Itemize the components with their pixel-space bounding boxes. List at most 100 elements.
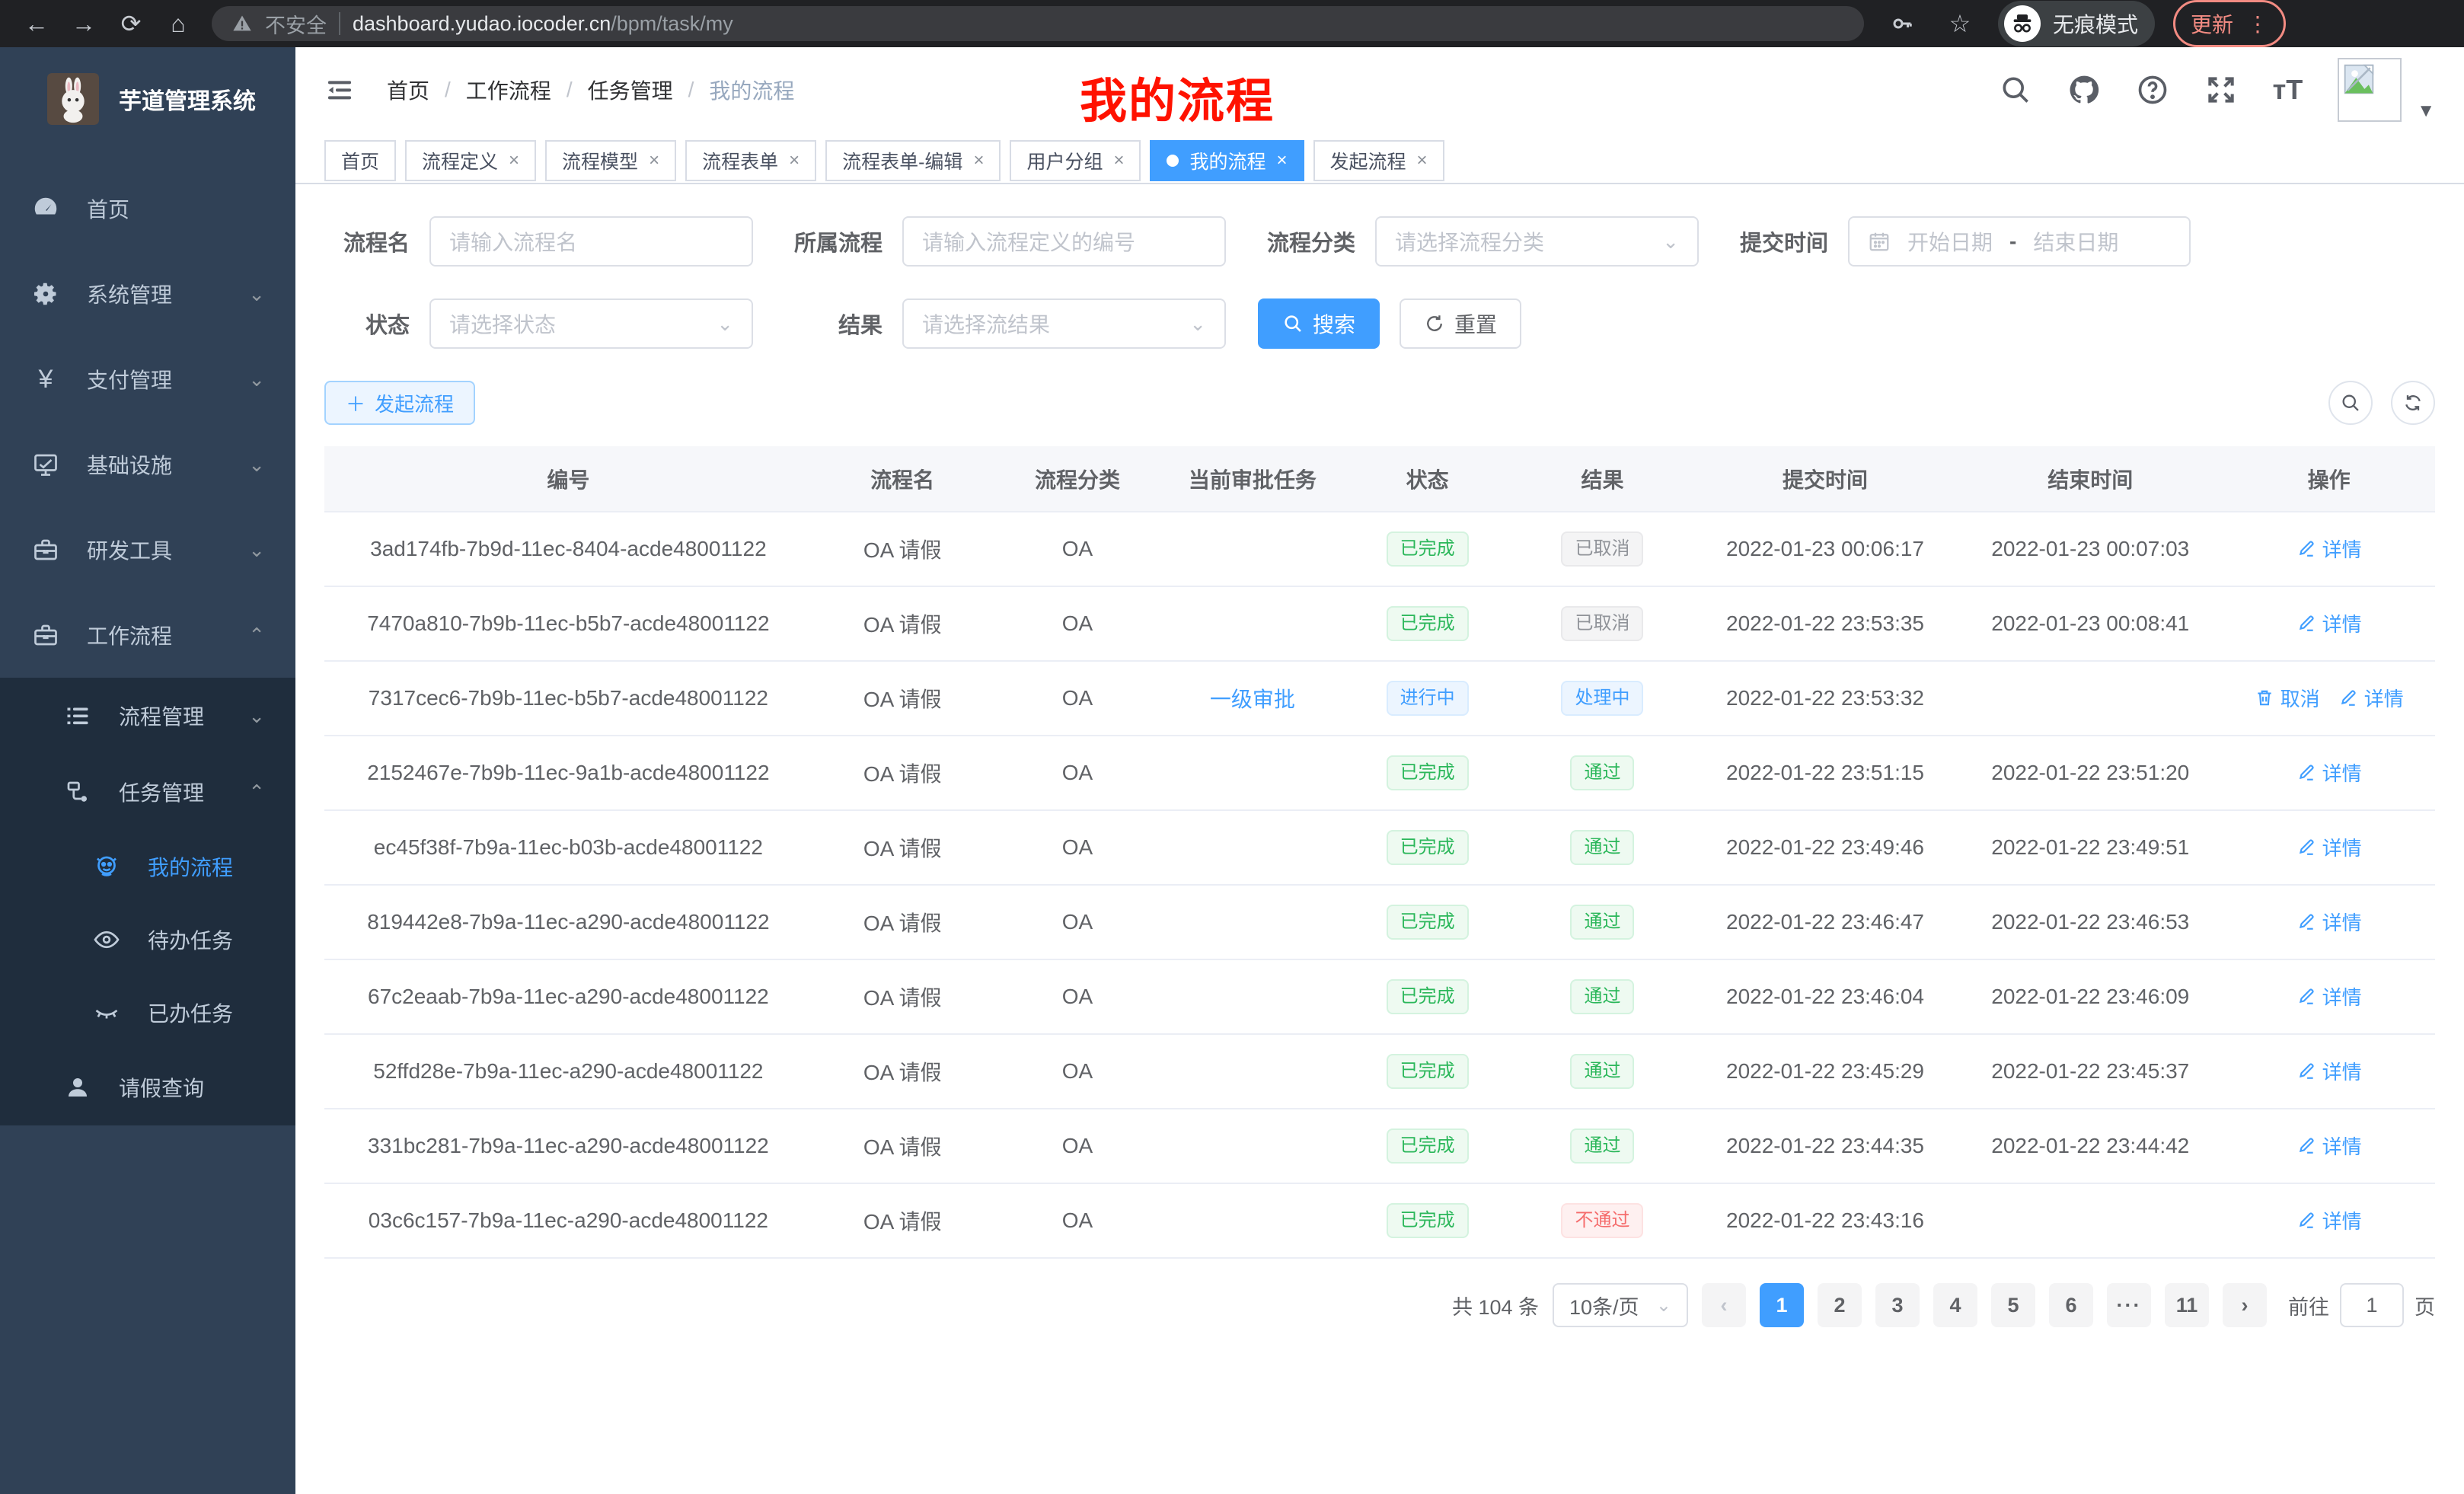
calendar-icon bbox=[1868, 230, 1891, 253]
goto-page-input[interactable]: 1 bbox=[2340, 1283, 2404, 1327]
browser-update-button[interactable]: 更新 ⋮ bbox=[2173, 0, 2286, 47]
help-icon[interactable] bbox=[2136, 73, 2169, 107]
sidebar-item-devtools[interactable]: 研发工具 ⌄ bbox=[0, 507, 295, 592]
close-icon[interactable]: × bbox=[509, 150, 519, 171]
page-button-3[interactable]: 3 bbox=[1875, 1283, 1920, 1327]
cancel-action[interactable]: 取消 bbox=[2255, 684, 2320, 712]
create-process-button[interactable]: ＋ 发起流程 bbox=[324, 381, 475, 425]
sidebar-item-infra[interactable]: 基础设施 ⌄ bbox=[0, 422, 295, 507]
search-icon[interactable] bbox=[1999, 73, 2032, 107]
tab-流程表单-编辑[interactable]: 流程表单-编辑× bbox=[825, 140, 1001, 181]
page-button-4[interactable]: 4 bbox=[1933, 1283, 1977, 1327]
sidebar-item-system[interactable]: 系统管理 ⌄ bbox=[0, 251, 295, 337]
current-task-cell bbox=[1162, 512, 1342, 586]
sidebar-item-todo-tasks[interactable]: 待办任务 bbox=[0, 903, 295, 976]
page-button-6[interactable]: 6 bbox=[2049, 1283, 2093, 1327]
detail-action[interactable]: 详情 bbox=[2296, 1206, 2362, 1234]
detail-action[interactable]: 详情 bbox=[2296, 1057, 2362, 1085]
detail-action[interactable]: 详情 bbox=[2296, 833, 2362, 861]
breadcrumb-home[interactable]: 首页 bbox=[387, 75, 429, 105]
start-date-placeholder: 开始日期 bbox=[1907, 226, 1993, 257]
sidebar-item-process-management[interactable]: 流程管理 ⌄ bbox=[0, 678, 295, 754]
filter-status: 状态 请选择状态 ⌄ bbox=[324, 298, 753, 349]
reset-button[interactable]: 重置 bbox=[1400, 298, 1521, 349]
sidebar-collapse-icon[interactable] bbox=[324, 75, 355, 105]
filter-category: 流程分类 请选择流程分类 ⌄ bbox=[1258, 216, 1699, 267]
detail-action[interactable]: 详情 bbox=[2296, 1132, 2362, 1160]
fullscreen-icon[interactable] bbox=[2204, 73, 2238, 107]
sidebar-item-payment[interactable]: ¥ 支付管理 ⌄ bbox=[0, 337, 295, 422]
close-icon[interactable]: × bbox=[1417, 150, 1428, 171]
address-bar[interactable]: 不安全 dashboard.yudao.iocoder.cn/bpm/task/… bbox=[212, 6, 1864, 41]
close-icon[interactable]: × bbox=[649, 150, 659, 171]
category-select[interactable]: 请选择流程分类 ⌄ bbox=[1375, 216, 1699, 267]
parent-process-input[interactable]: 请输入流程定义的编号 bbox=[902, 216, 1226, 267]
tab-流程定义[interactable]: 流程定义× bbox=[405, 140, 536, 181]
close-icon[interactable]: × bbox=[1113, 150, 1124, 171]
avatar[interactable] bbox=[2338, 58, 2402, 122]
browser-reload-icon[interactable]: ⟳ bbox=[111, 6, 151, 41]
next-page-button[interactable]: › bbox=[2223, 1283, 2267, 1327]
show-search-toggle-button[interactable] bbox=[2328, 381, 2373, 425]
browser-back-icon[interactable]: ← bbox=[17, 6, 56, 41]
close-icon[interactable]: × bbox=[789, 150, 800, 171]
tab-发起流程[interactable]: 发起流程× bbox=[1313, 140, 1444, 181]
detail-action[interactable]: 详情 bbox=[2296, 758, 2362, 787]
font-size-icon[interactable]: ᴛT bbox=[2273, 74, 2303, 106]
sidebar-item-workflow[interactable]: 工作流程 ⌃ bbox=[0, 592, 295, 678]
page-button-1[interactable]: 1 bbox=[1760, 1283, 1804, 1327]
refresh-table-button[interactable] bbox=[2391, 381, 2435, 425]
detail-action[interactable]: 详情 bbox=[2296, 982, 2362, 1010]
password-key-icon[interactable] bbox=[1882, 6, 1922, 41]
breadcrumb-workflow[interactable]: 工作流程 bbox=[466, 75, 551, 105]
tab-用户分组[interactable]: 用户分组× bbox=[1010, 140, 1141, 181]
action-label: 详情 bbox=[2322, 1206, 2362, 1234]
process-name: OA 请假 bbox=[812, 1109, 993, 1183]
sidebar-item-done-tasks[interactable]: 已办任务 bbox=[0, 976, 295, 1049]
page-button-2[interactable]: 2 bbox=[1818, 1283, 1862, 1327]
detail-action[interactable]: 详情 bbox=[2296, 908, 2362, 936]
tab-流程表单[interactable]: 流程表单× bbox=[685, 140, 816, 181]
status-select[interactable]: 请选择状态 ⌄ bbox=[429, 298, 753, 349]
browser-forward-icon[interactable]: → bbox=[64, 6, 104, 41]
github-icon[interactable] bbox=[2067, 73, 2101, 107]
breadcrumb-task-management[interactable]: 任务管理 bbox=[588, 75, 673, 105]
actions-cell: 详情 bbox=[2223, 1109, 2435, 1183]
url-text[interactable]: dashboard.yudao.iocoder.cn/bpm/task/my bbox=[353, 12, 733, 36]
reset-button-label: 重置 bbox=[1454, 308, 1497, 339]
detail-action[interactable]: 详情 bbox=[2296, 535, 2362, 563]
process-name: OA 请假 bbox=[812, 736, 993, 810]
search-button[interactable]: 搜索 bbox=[1258, 298, 1380, 349]
action-label: 详情 bbox=[2322, 982, 2362, 1010]
sidebar-item-my-process[interactable]: 我的流程 bbox=[0, 830, 295, 903]
page-button-11[interactable]: 11 bbox=[2165, 1283, 2209, 1327]
security-label[interactable]: 不安全 bbox=[265, 9, 327, 39]
sidebar-item-label: 系统管理 bbox=[87, 279, 172, 309]
date-range-picker[interactable]: 开始日期 - 结束日期 bbox=[1848, 216, 2191, 267]
prev-page-button[interactable]: ‹ bbox=[1702, 1283, 1746, 1327]
close-icon[interactable]: × bbox=[973, 150, 984, 171]
avatar-dropdown-caret-icon[interactable]: ▼ bbox=[2417, 101, 2435, 122]
tab-我的流程[interactable]: 我的流程× bbox=[1150, 140, 1304, 181]
page-size-select[interactable]: 10条/页 ⌄ bbox=[1553, 1283, 1688, 1327]
tab-首页[interactable]: 首页 bbox=[324, 140, 396, 181]
tab-流程模型[interactable]: 流程模型× bbox=[545, 140, 676, 181]
detail-action[interactable]: 详情 bbox=[2338, 684, 2404, 712]
robot-icon bbox=[91, 853, 122, 880]
browser-home-icon[interactable]: ⌂ bbox=[158, 6, 198, 41]
browser-menu-dots-icon[interactable]: ⋮ bbox=[2247, 11, 2268, 37]
sidebar-item-leave-query[interactable]: 请假查询 bbox=[0, 1049, 295, 1125]
result-select[interactable]: 请选择流结果 ⌄ bbox=[902, 298, 1226, 349]
bookmark-star-icon[interactable]: ☆ bbox=[1940, 6, 1980, 41]
more-pages-button[interactable]: ··· bbox=[2107, 1283, 2151, 1327]
sidebar-item-home[interactable]: 首页 bbox=[0, 166, 295, 251]
close-icon[interactable]: × bbox=[1277, 150, 1288, 171]
detail-action[interactable]: 详情 bbox=[2296, 609, 2362, 637]
process-name-input[interactable]: 请输入流程名 bbox=[429, 216, 753, 267]
status-badge: 已完成 bbox=[1387, 1203, 1469, 1238]
current-task-link[interactable]: 一级审批 bbox=[1210, 688, 1295, 711]
sidebar-item-task-management[interactable]: 任务管理 ⌃ bbox=[0, 754, 295, 830]
result-cell: 不通过 bbox=[1512, 1183, 1693, 1258]
page-button-5[interactable]: 5 bbox=[1991, 1283, 2035, 1327]
placeholder: 请选择状态 bbox=[449, 308, 556, 339]
